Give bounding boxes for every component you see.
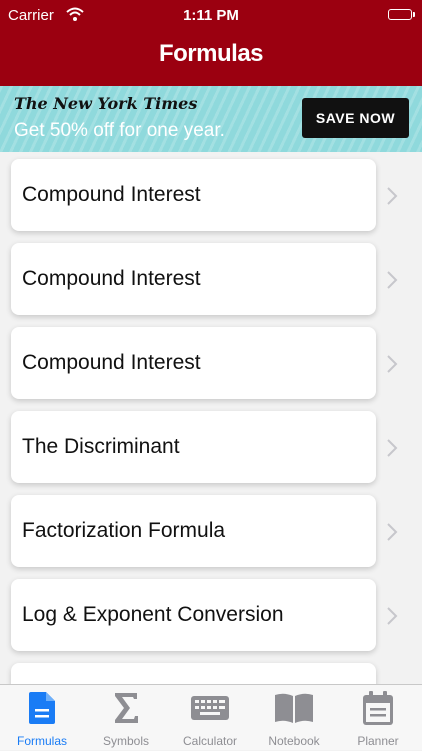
formula-item[interactable]: Factorization Formula — [11, 495, 376, 567]
formula-item[interactable]: Log & Exponent Conversion — [11, 579, 376, 651]
tab-calculator[interactable]: Calculator — [168, 685, 252, 751]
clock: 1:11 PM — [183, 7, 239, 24]
formula-item[interactable] — [11, 663, 376, 684]
formula-item-label: Log & Exponent Conversion — [22, 603, 284, 626]
document-icon — [29, 692, 55, 724]
formula-item[interactable]: Compound Interest — [11, 243, 376, 315]
chevron-right-icon — [387, 187, 398, 205]
tab-formulas[interactable]: Formulas — [0, 685, 84, 751]
formula-item-label: Compound Interest — [22, 267, 201, 290]
chevron-right-icon — [387, 607, 398, 625]
tab-label: Calculator — [182, 734, 238, 748]
formula-item[interactable]: Compound Interest — [11, 159, 376, 231]
tab-bar: Formulas Symbols Calculator Notebook Pla… — [0, 684, 422, 750]
status-bar: Carrier 1:11 PM — [0, 0, 422, 30]
chevron-right-icon — [387, 439, 398, 457]
formula-list[interactable]: Compound Interest Compound Interest Comp… — [0, 152, 422, 684]
ad-banner[interactable]: The New York Times Get 50% off for one y… — [0, 86, 422, 152]
formula-item-label: Compound Interest — [22, 351, 201, 374]
tab-symbols[interactable]: Symbols — [84, 685, 168, 751]
formula-item[interactable]: The Discriminant — [11, 411, 376, 483]
tab-label: Notebook — [268, 734, 320, 748]
tab-label: Formulas — [16, 734, 67, 748]
formula-item[interactable]: Compound Interest — [11, 327, 376, 399]
keyboard-icon — [191, 696, 229, 720]
chevron-right-icon — [387, 271, 398, 289]
header: Carrier 1:11 PM Formulas — [0, 0, 422, 86]
chevron-right-icon — [387, 523, 398, 541]
sigma-icon — [115, 693, 138, 723]
page-title: Formulas — [158, 40, 264, 67]
save-now-button[interactable]: SAVE NOW — [302, 98, 409, 138]
tab-notebook[interactable]: Notebook — [252, 685, 336, 751]
formula-item-label: The Discriminant — [22, 435, 180, 458]
book-icon — [275, 693, 313, 723]
ad-brand-logo: The New York Times — [14, 94, 198, 113]
battery-icon — [388, 9, 415, 20]
ad-offer-text: Get 50% off for one year. — [14, 120, 225, 141]
formula-item-label: Compound Interest — [22, 183, 201, 206]
calendar-icon — [363, 691, 393, 725]
tab-label: Planner — [357, 734, 399, 748]
formula-item-label: Factorization Formula — [22, 519, 226, 542]
tab-planner[interactable]: Planner — [336, 685, 420, 751]
chevron-right-icon — [387, 355, 398, 373]
tab-label: Symbols — [102, 734, 149, 748]
